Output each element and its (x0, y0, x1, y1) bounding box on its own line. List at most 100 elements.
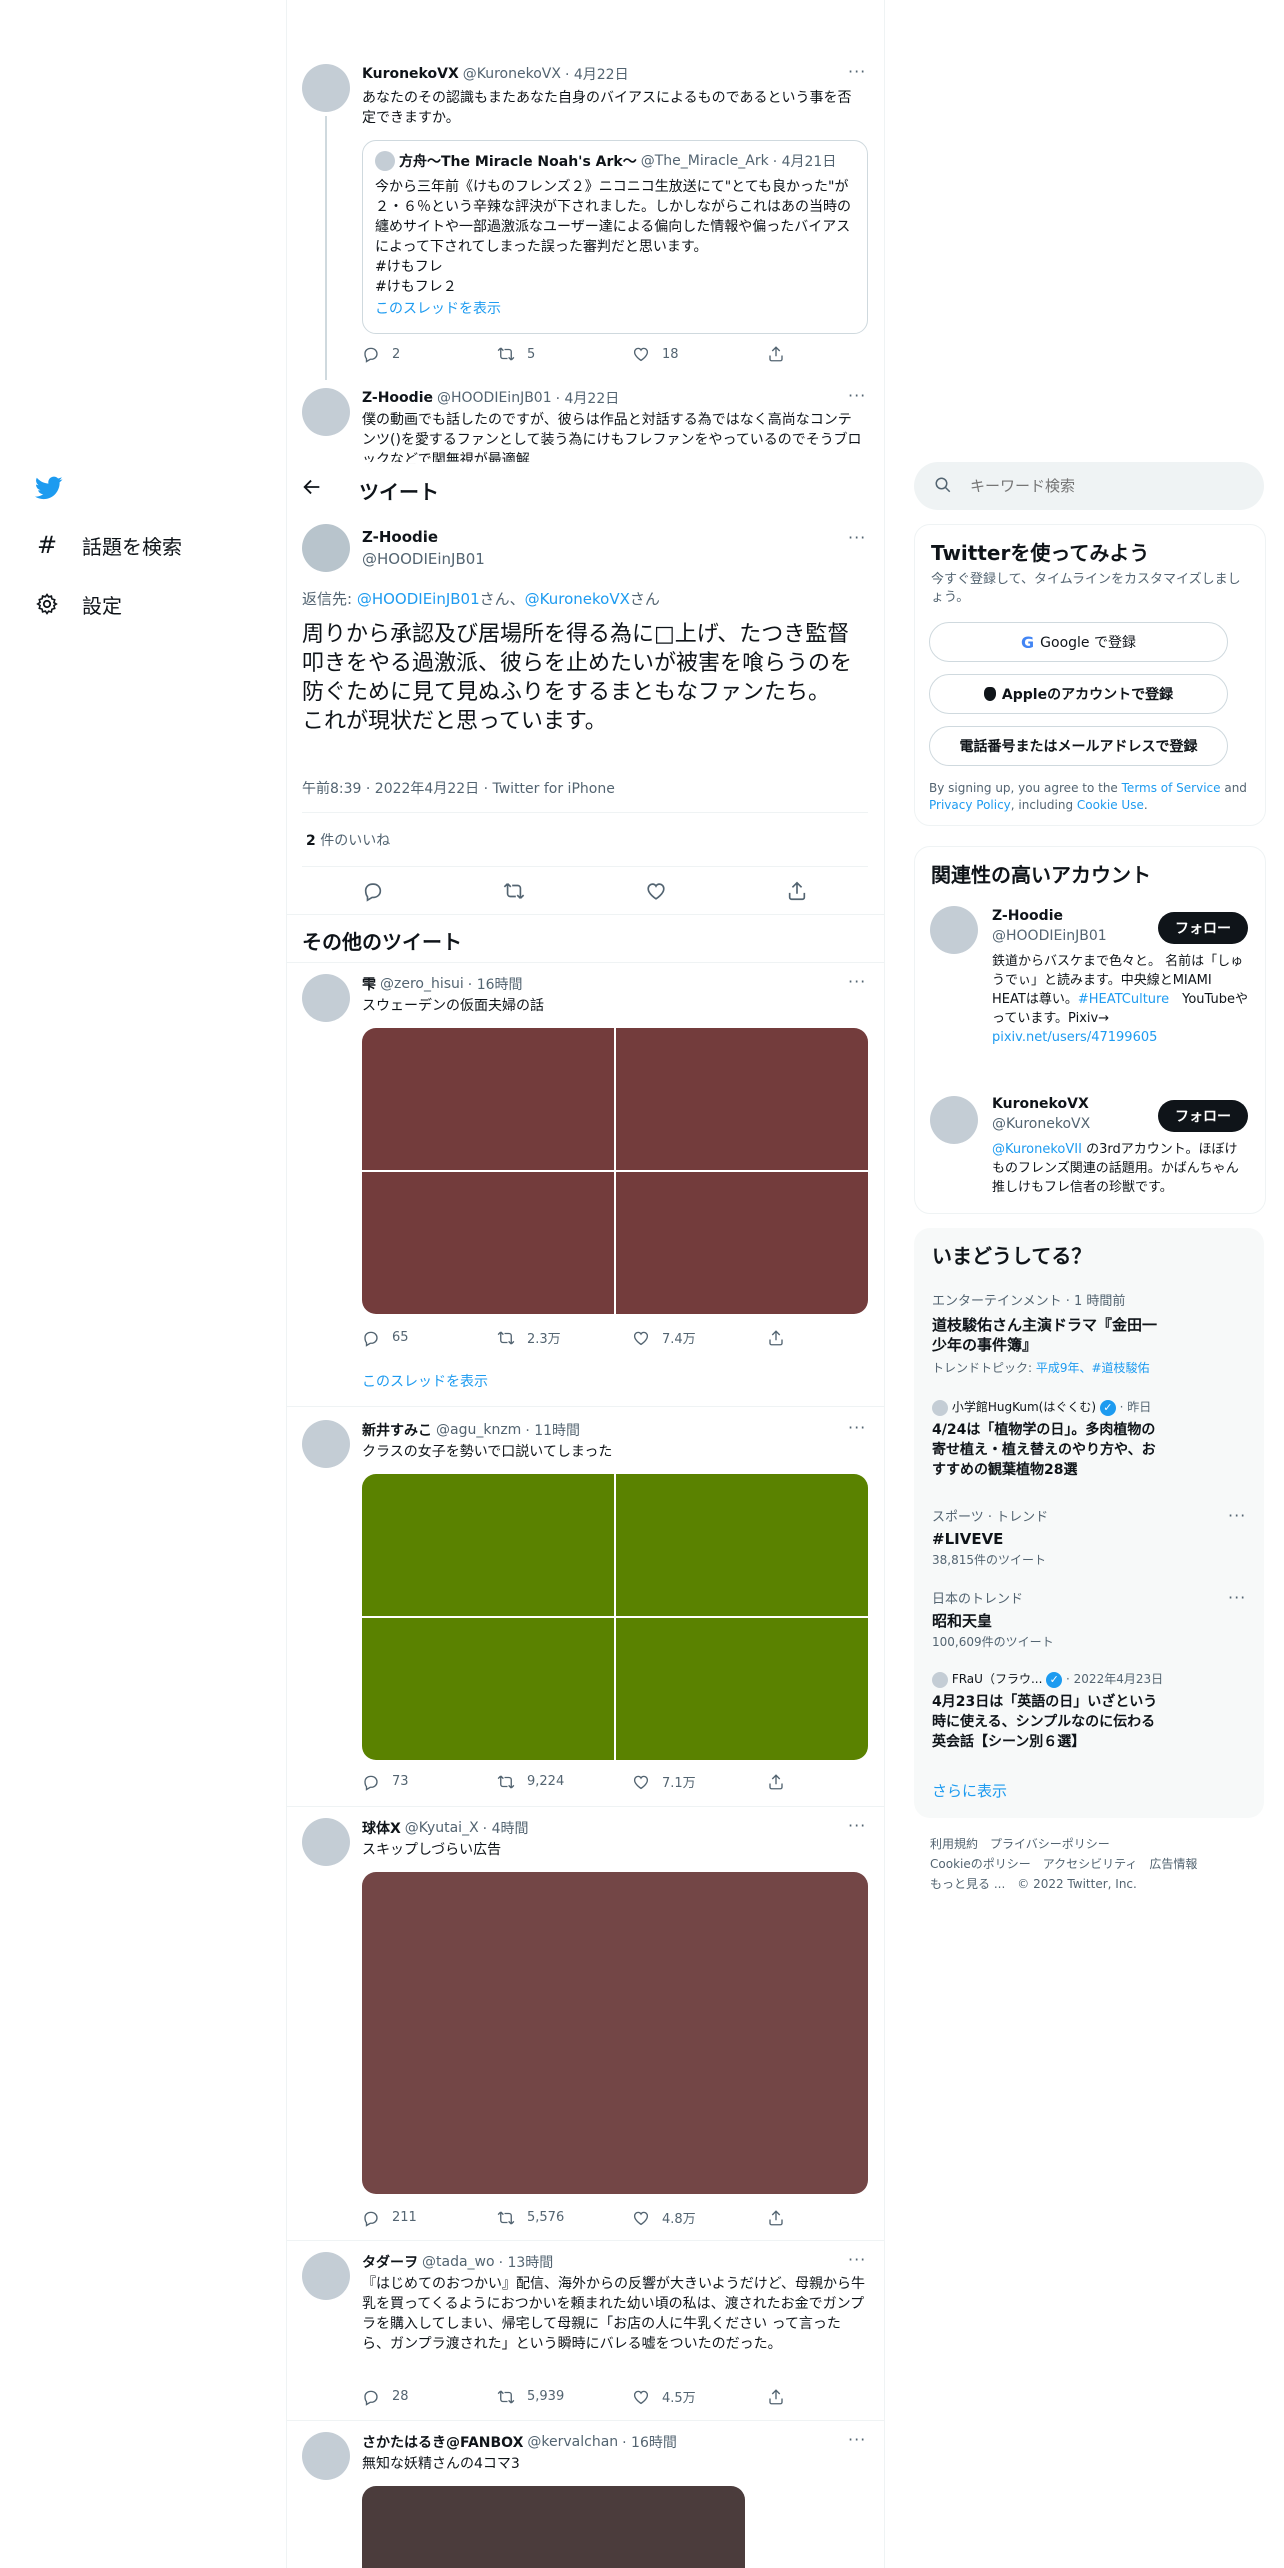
retweet-button[interactable]: 5 (497, 345, 632, 363)
media-grid[interactable] (362, 1474, 868, 1760)
more-options-icon[interactable]: ··· (848, 62, 866, 81)
privacy-link[interactable]: Privacy Policy (929, 798, 1011, 812)
show-thread-link[interactable]: このスレッドを表示 (375, 299, 501, 319)
trend-item[interactable]: FRaU（フラウ... ✓ · 2022年4月23日 4月23日は「英語の日」い… (932, 1670, 1252, 1752)
media-image[interactable] (362, 1872, 868, 2194)
more-options-icon[interactable]: ··· (848, 2430, 866, 2449)
author-handle[interactable]: @agu_knzm (436, 1422, 521, 1438)
like-button[interactable]: 18 (632, 345, 767, 363)
footer-line[interactable]: 利用規約 プライバシーポリシー (930, 1834, 1197, 1854)
author-name[interactable]: 球体X (362, 1818, 401, 1838)
like-button[interactable]: 4.5万 (632, 2387, 767, 2406)
main-author-name[interactable]: Z-Hoodie (362, 528, 438, 546)
media-image[interactable] (362, 1474, 614, 1616)
media-image[interactable] (362, 2486, 745, 2568)
share-button[interactable] (767, 2209, 902, 2227)
google-signup-button[interactable]: G Google で登録 (929, 622, 1228, 662)
share-icon[interactable] (786, 880, 808, 902)
bio-url-link[interactable]: pixiv.net/users/47199605 (992, 1030, 1157, 1045)
avatar[interactable] (302, 974, 350, 1022)
author-handle[interactable]: @HOODIEinJB01 (437, 390, 552, 406)
cookie-link[interactable]: Cookie Use (1077, 798, 1144, 812)
phone-signup-button[interactable]: 電話番号またはメールアドレスで登録 (929, 726, 1228, 766)
reply-button[interactable]: 65 (362, 1329, 497, 1347)
avatar[interactable] (302, 524, 350, 572)
tweet-meta[interactable]: 午前8:39 · 2022年4月22日 · Twitter for iPhone (302, 778, 615, 798)
like-button[interactable]: 7.4万 (632, 1328, 767, 1347)
search-box[interactable] (914, 462, 1264, 510)
trend-item[interactable]: エンターテインメント · 1 時間前 道枝駿佑さん主演ドラマ『金田一少年の事件簿… (932, 1290, 1252, 1376)
reply-button[interactable]: 28 (362, 2388, 497, 2406)
author-name[interactable]: 雫 (362, 974, 376, 994)
share-button[interactable] (767, 1773, 902, 1791)
tweet-time[interactable]: · 11時間 (525, 1420, 580, 1440)
bio-mention-link[interactable]: @KuronekoVII (992, 1142, 1082, 1157)
back-arrow-icon[interactable] (301, 476, 325, 500)
like-button[interactable]: 4.8万 (632, 2208, 767, 2227)
more-options-icon[interactable]: ··· (848, 2250, 866, 2269)
trend-item[interactable]: 日本のトレンド 昭和天皇 100,609件のツイート (932, 1588, 1252, 1650)
terms-link[interactable]: Terms of Service (1122, 781, 1221, 795)
topic-links[interactable]: 平成9年、#道枝駿佑 (1036, 1361, 1150, 1375)
media-image[interactable] (616, 1028, 868, 1170)
author-name[interactable]: Z-Hoodie (362, 390, 433, 406)
retweet-icon[interactable] (503, 880, 525, 902)
author-name[interactable]: KuronekoVX (362, 66, 459, 82)
main-author-handle[interactable]: @HOODIEinJB01 (362, 550, 485, 568)
reply-icon[interactable] (362, 880, 384, 902)
nav-settings[interactable]: 設定 (34, 589, 122, 619)
reply-button[interactable]: 73 (362, 1773, 497, 1791)
account-handle[interactable]: @KuronekoVX (992, 1116, 1090, 1132)
reply-to-link[interactable]: @HOODIEinJB01 (357, 590, 480, 608)
more-options-icon[interactable]: ··· (1228, 1588, 1246, 1607)
show-thread-link[interactable]: このスレッドを表示 (362, 1372, 488, 1392)
share-button[interactable] (767, 1329, 902, 1347)
share-button[interactable] (767, 345, 902, 363)
media-image[interactable] (362, 1172, 614, 1314)
search-input[interactable] (968, 476, 1252, 496)
retweet-button[interactable]: 5,939 (497, 2388, 632, 2406)
trend-item[interactable]: スポーツ · トレンド #LIVEVE 38,815件のツイート (932, 1506, 1252, 1568)
twitter-logo-icon[interactable] (34, 474, 64, 502)
more-options-icon[interactable]: ··· (1228, 1506, 1246, 1525)
author-name[interactable]: さかたはるき@FANBOX (362, 2432, 523, 2452)
author-name[interactable]: 新井すみこ (362, 1420, 432, 1440)
media-image[interactable] (616, 1474, 868, 1616)
more-options-icon[interactable]: ··· (848, 386, 866, 405)
author-handle[interactable]: @tada_wo (422, 2254, 495, 2270)
more-options-icon[interactable]: ··· (848, 1816, 866, 1835)
likes-summary[interactable]: 2 件のいいね (306, 830, 390, 850)
avatar[interactable] (302, 388, 350, 436)
footer-line[interactable]: Cookieのポリシー アクセシビリティ 広告情報 (930, 1854, 1197, 1874)
author-handle[interactable]: @kervalchan (527, 2434, 618, 2450)
media-image[interactable] (616, 1172, 868, 1314)
reply-to-link[interactable]: @KuronekoVX (525, 590, 630, 608)
author-handle[interactable]: @zero_hisui (380, 976, 464, 992)
more-options-icon[interactable]: ··· (848, 972, 866, 991)
more-options-icon[interactable]: ··· (848, 1418, 866, 1437)
more-options-icon[interactable]: ··· (848, 528, 866, 547)
tweet-time[interactable]: · 4月22日 (565, 64, 629, 84)
show-more-link[interactable]: さらに表示 (932, 1780, 1007, 1801)
avatar[interactable] (302, 2252, 350, 2300)
account-name[interactable]: KuronekoVX (992, 1096, 1089, 1112)
tweet-time[interactable]: · 13時間 (499, 2252, 554, 2272)
tweet-time[interactable]: · 4時間 (483, 1818, 529, 1838)
account-name[interactable]: Z-Hoodie (992, 908, 1063, 924)
share-button[interactable] (767, 2388, 902, 2406)
avatar[interactable] (302, 64, 350, 112)
retweet-button[interactable]: 2.3万 (497, 1328, 632, 1347)
reply-button[interactable]: 211 (362, 2209, 497, 2227)
quote-tweet[interactable]: 方舟～The Miracle Noah's Ark～ @The_Miracle_… (362, 140, 868, 334)
follow-button[interactable]: フォロー (1158, 1100, 1248, 1132)
avatar[interactable] (302, 1818, 350, 1866)
footer-line[interactable]: もっと見る ... © 2022 Twitter, Inc. (930, 1874, 1197, 1894)
heart-icon[interactable] (645, 880, 667, 902)
author-handle[interactable]: @KuronekoVX (463, 66, 561, 82)
avatar[interactable] (302, 2432, 350, 2480)
retweet-button[interactable]: 5,576 (497, 2209, 632, 2227)
media-image[interactable] (362, 1618, 614, 1760)
reply-button[interactable]: 2 (362, 345, 497, 363)
like-button[interactable]: 7.1万 (632, 1772, 767, 1791)
avatar[interactable] (302, 1420, 350, 1468)
